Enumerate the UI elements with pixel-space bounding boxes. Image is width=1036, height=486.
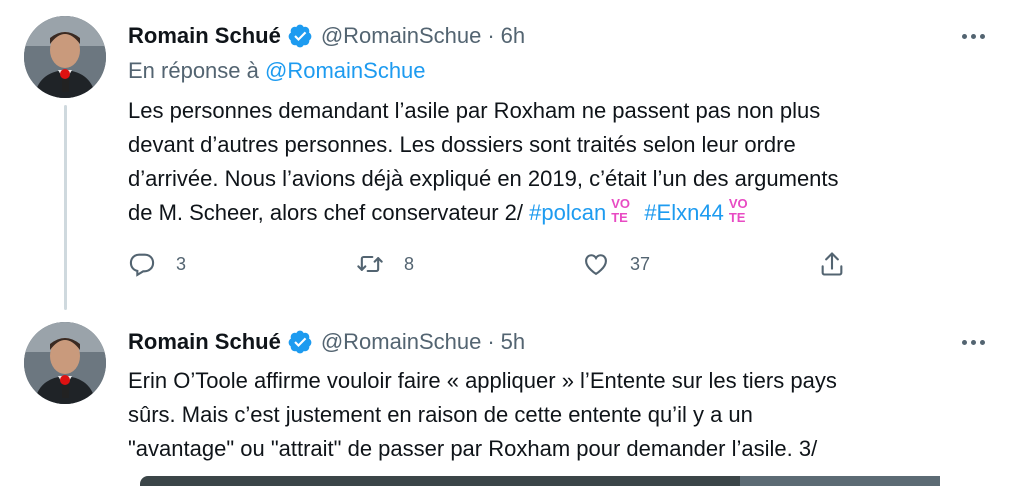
tweet-1[interactable]: Romain Schué @RomainSchue · 6h En répons…: [0, 0, 1036, 316]
more-options-icon[interactable]: [958, 330, 988, 354]
author-name[interactable]: Romain Schué: [128, 329, 281, 355]
reply-icon: [129, 253, 155, 277]
verified-badge-icon: [288, 330, 312, 354]
vote-hashflag-icon: VO TE: [611, 196, 630, 225]
share-button[interactable]: [818, 250, 866, 278]
like-button[interactable]: 37: [582, 250, 650, 278]
author-name[interactable]: Romain Schué: [128, 23, 281, 49]
vote-hashflag-icon: VO TE: [728, 196, 748, 225]
tweet-text: Erin O’Toole affirme vouloir faire « app…: [128, 364, 1008, 466]
reply-context: En réponse à @RomainSchue: [128, 58, 426, 84]
reply-count: 3: [176, 253, 187, 274]
retweet-icon: [357, 255, 383, 273]
media-preview[interactable]: [140, 476, 940, 486]
reply-button[interactable]: 3: [128, 250, 186, 278]
retweet-button[interactable]: 8: [356, 250, 414, 278]
avatar[interactable]: [24, 16, 106, 98]
tweet-text-line: sûrs. Mais c’est justement en raison de …: [128, 402, 753, 427]
more-options-icon[interactable]: [958, 24, 988, 48]
avatar[interactable]: [24, 322, 106, 404]
heart-icon: [585, 254, 607, 276]
tweet-text-line-last: de M. Scheer, alors chef conservateur 2/…: [128, 196, 1008, 230]
tweet-actions: 3 8 37: [128, 250, 858, 286]
tweet-text-line: Les personnes demandant l’asile par Roxh…: [128, 98, 821, 123]
tweet-header: Romain Schué @RomainSchue · 5h: [128, 322, 525, 362]
like-count: 37: [630, 253, 651, 274]
tweet-text-line: devant d’autres personnes. Les dossiers …: [128, 132, 796, 157]
verified-badge-icon: [288, 24, 312, 48]
tweet-header: Romain Schué @RomainSchue · 6h: [128, 16, 525, 56]
thread-connector-line: [64, 105, 67, 310]
author-handle[interactable]: @RomainSchue: [321, 23, 482, 49]
tweet-text-line: Erin O’Toole affirme vouloir faire « app…: [128, 368, 837, 393]
hashtag-polcan-link[interactable]: #polcan: [529, 200, 606, 225]
tweet-text: Les personnes demandant l’asile par Roxh…: [128, 94, 1008, 230]
reply-mention-link[interactable]: @RomainSchue: [265, 58, 426, 83]
tweet-timestamp[interactable]: 6h: [501, 23, 525, 49]
reply-prefix: En réponse à: [128, 58, 259, 83]
author-handle[interactable]: @RomainSchue: [321, 329, 482, 355]
retweet-count: 8: [404, 253, 415, 274]
tweet-text-fragment: de M. Scheer, alors chef conservateur 2/: [128, 200, 523, 225]
tweet-text-line: d’arrivée. Nous l’avions déjà expliqué e…: [128, 166, 839, 191]
share-icon: [821, 252, 843, 276]
tweet-text-line: "avantage" ou "attrait" de passer par Ro…: [128, 436, 818, 461]
hashtag-elxn44-link[interactable]: #Elxn44: [644, 200, 724, 225]
tweet-timestamp[interactable]: 5h: [501, 329, 525, 355]
separator-dot: ·: [487, 329, 495, 354]
separator-dot: ·: [487, 23, 495, 48]
tweet-2[interactable]: Romain Schué @RomainSchue · 5h Erin O’To…: [0, 316, 1036, 486]
